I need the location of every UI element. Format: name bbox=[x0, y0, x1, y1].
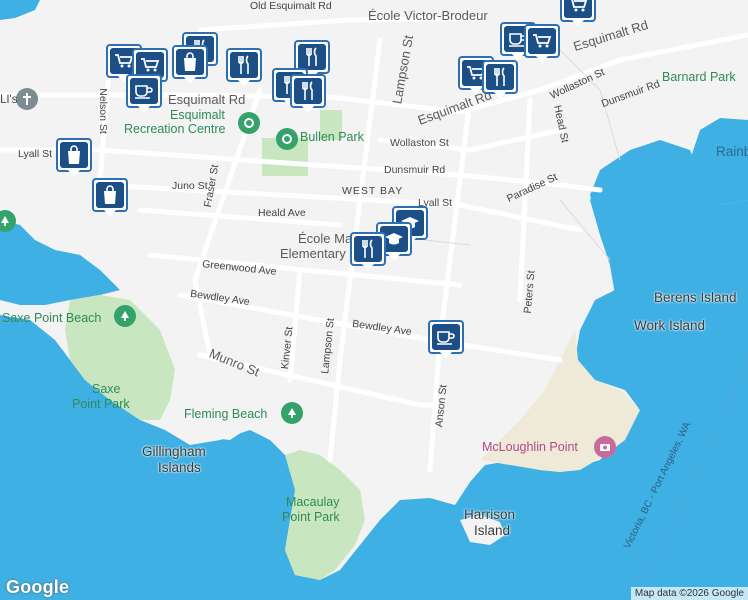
label-saxe-beach: Saxe Point Beach bbox=[2, 311, 102, 325]
restaurant-icon bbox=[486, 64, 514, 90]
coffee-icon bbox=[432, 324, 460, 350]
label-rainb: Rainb bbox=[716, 144, 748, 159]
marker-shopping-bag[interactable] bbox=[56, 138, 92, 177]
label-gillingham-line2: Islands bbox=[158, 460, 201, 475]
tree-icon bbox=[114, 305, 136, 327]
marker-restaurant[interactable] bbox=[226, 48, 262, 87]
park-icon bbox=[276, 128, 298, 150]
label-old-esquimalt: Old Esquimalt Rd bbox=[250, 0, 332, 12]
label-lyall-left: Lyall St bbox=[18, 148, 53, 160]
recreation-centre-icon bbox=[238, 112, 260, 134]
label-macaulay-line1: Macaulay bbox=[286, 495, 340, 509]
coffee-icon bbox=[130, 78, 158, 104]
shopping-bag-icon bbox=[96, 182, 124, 208]
label-nelson: Nelson St bbox=[96, 88, 109, 134]
marker-shopping-bag[interactable] bbox=[92, 178, 128, 217]
label-dunsmuir-mid: Dunsmuir Rd bbox=[384, 164, 446, 176]
map-attribution[interactable]: Map data ©2026 Google bbox=[630, 587, 748, 600]
shopping-bag-icon bbox=[60, 142, 88, 168]
label-esq-rec-line1: Esquimalt bbox=[170, 108, 225, 122]
marker-coffee[interactable] bbox=[126, 74, 162, 113]
label-wollaston-mid: Wollaston St bbox=[390, 137, 449, 149]
restaurant-icon bbox=[298, 44, 326, 70]
label-harrison-line1: Harrison bbox=[464, 507, 516, 522]
marker-shopping-cart[interactable] bbox=[560, 0, 596, 27]
label-west-bay: WEST BAY bbox=[342, 185, 404, 197]
label-macaulay-line2: Point Park bbox=[282, 510, 340, 524]
marker-coffee[interactable] bbox=[428, 320, 464, 359]
marker-restaurant[interactable] bbox=[350, 232, 386, 271]
label-fleming-beach: Fleming Beach bbox=[184, 407, 268, 421]
label-barnard-park: Barnard Park bbox=[662, 70, 736, 84]
label-gillingham-line1: Gillingham bbox=[142, 444, 206, 459]
marker-restaurant[interactable] bbox=[482, 60, 518, 99]
camera-icon bbox=[594, 436, 616, 458]
marker-shopping-cart[interactable] bbox=[524, 24, 560, 63]
shopping-cart-icon bbox=[528, 28, 556, 54]
label-elementary: Elementary bbox=[280, 246, 346, 261]
label-hill: Ll's bbox=[0, 92, 18, 106]
label-harrison-line2: Island bbox=[474, 523, 511, 538]
label-esq-rec-line2: Recreation Centre bbox=[124, 122, 226, 136]
church-icon bbox=[16, 88, 38, 110]
label-mcloughlin: McLoughlin Point bbox=[482, 440, 578, 454]
restaurant-icon bbox=[294, 78, 322, 104]
label-saxe-park-line2: Point Park bbox=[72, 397, 130, 411]
label-saxe-park-line1: Saxe bbox=[92, 382, 121, 396]
marker-shopping-bag[interactable] bbox=[172, 45, 208, 84]
restaurant-icon bbox=[230, 52, 258, 78]
label-berens-island: Berens Island bbox=[654, 290, 737, 305]
label-ecole-ma: École Ma bbox=[298, 231, 353, 246]
tree-icon bbox=[281, 402, 303, 424]
shopping-cart-icon bbox=[564, 0, 592, 18]
google-logo: Google bbox=[6, 577, 70, 597]
label-ecole-victor: École Victor-Brodeur bbox=[368, 8, 488, 23]
label-juno: Juno St bbox=[172, 180, 208, 192]
shopping-bag-icon bbox=[176, 49, 204, 75]
label-work-island: Work Island bbox=[634, 318, 706, 333]
label-heald: Heald Ave bbox=[258, 207, 306, 219]
restaurant-icon bbox=[354, 236, 382, 262]
label-bullen-park: Bullen Park bbox=[300, 130, 364, 144]
marker-restaurant[interactable] bbox=[290, 74, 326, 113]
label-esquimalt-rd-left: Esquimalt Rd bbox=[168, 92, 246, 107]
